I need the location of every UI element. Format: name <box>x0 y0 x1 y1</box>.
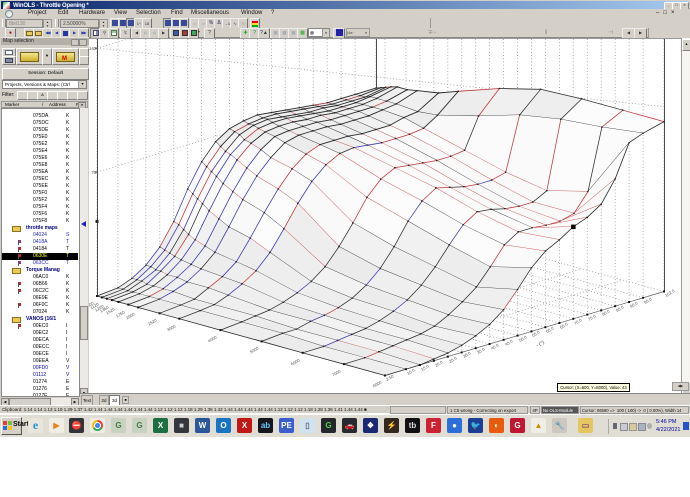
svg-text:140: 140 <box>89 46 97 51</box>
svg-text:2000: 2000 <box>125 311 136 320</box>
svg-text:102.5: 102.5 <box>664 288 676 298</box>
svg-text:60.0: 60.0 <box>545 325 555 334</box>
svg-text:- (°): - (°) <box>535 340 545 349</box>
svg-text:5000: 5000 <box>249 345 260 354</box>
svg-text:2520: 2520 <box>147 317 158 326</box>
svg-text:80.0: 80.0 <box>601 308 611 317</box>
svg-text:8000: 8000 <box>372 379 383 388</box>
svg-text:30.0: 30.0 <box>462 350 472 359</box>
svg-text:70: 70 <box>91 170 96 175</box>
svg-text:55.0: 55.0 <box>531 329 541 338</box>
svg-text:6000: 6000 <box>290 357 301 366</box>
svg-text:3000: 3000 <box>166 323 177 332</box>
svg-text:50.0: 50.0 <box>518 334 528 343</box>
svg-text:4000: 4000 <box>207 334 218 343</box>
svg-text:7000: 7000 <box>331 368 342 377</box>
